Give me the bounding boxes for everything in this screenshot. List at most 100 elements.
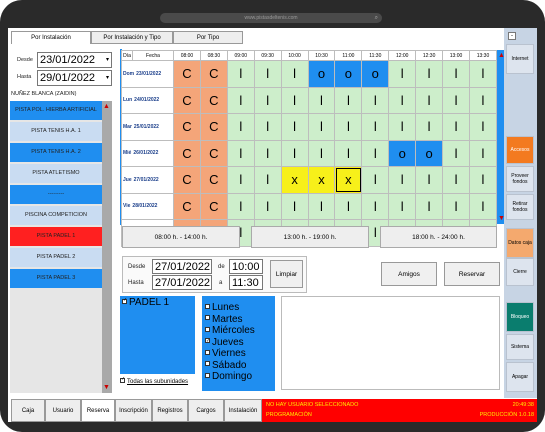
reservar-button[interactable]: Reservar [444,262,500,286]
slot-cell[interactable]: l [388,166,417,194]
slot-cell[interactable]: l [468,60,498,88]
booking-hasta-time[interactable]: 11:30 [229,275,263,290]
notes-area[interactable] [281,296,500,390]
slot-cell[interactable]: o [334,60,363,88]
slot-cell[interactable]: l [468,139,498,167]
amigos-button[interactable]: Amigos [381,262,437,286]
slot-cell[interactable]: l [253,166,282,194]
slot-cell[interactable]: l [280,86,309,114]
facility-scrollbar[interactable]: ▲ ▼ [102,101,112,393]
slot-cell[interactable]: l [468,166,498,194]
todas-subunidades[interactable]: Todas las subunidades [120,376,188,385]
slot-cell[interactable]: l [388,86,417,114]
slot-cell[interactable]: l [415,60,444,88]
weekday-checkbox[interactable] [205,361,210,367]
slot-cell[interactable]: l [226,113,255,141]
slot-cell[interactable]: l [415,192,444,220]
facility-item[interactable]: PISTA POL. HIERBA ARTIFICIAL [10,101,102,120]
slot-cell[interactable]: C [199,86,228,114]
subunit-list[interactable]: PADEL 1 [120,296,195,374]
slot-cell[interactable]: l [442,139,470,167]
chevron-down-icon[interactable]: ▾ [106,71,109,85]
slot-cell[interactable]: l [442,113,470,141]
weekday-option[interactable]: Jueves [205,336,255,349]
slot-cell[interactable]: l [280,60,309,88]
facility-item[interactable]: PISTA TENIS H.A. 1 [10,122,102,141]
weekday-option[interactable]: Martes [205,314,255,326]
accesos-button[interactable]: Accesos [506,136,534,164]
weekday-option[interactable]: Sábado [205,360,255,372]
chevron-down-icon[interactable]: ▾ [106,53,109,67]
slot-cell[interactable]: l [442,60,470,88]
weekday-option[interactable]: Miércoles [205,325,255,337]
weekday-option[interactable]: Lunes [205,302,255,314]
todas-checkbox[interactable] [120,376,125,383]
datos-caja-button[interactable]: Datos caja [506,228,534,258]
tab-por-instalacion[interactable]: Por Instalación [11,31,91,44]
slot-cell[interactable]: x [280,166,309,194]
slot-cell[interactable]: l [253,86,282,114]
facility-item[interactable]: PISTA PADEL 2 [10,248,102,267]
tab-por-instalacion-y-tipo[interactable]: Por Instalación y Tipo [91,31,173,44]
weekday-checkbox[interactable] [205,336,210,348]
internet-button[interactable]: Internet [506,44,534,74]
weekday-option[interactable]: Domingo [205,371,255,383]
weekday-checkbox[interactable] [205,372,210,378]
cierre-button[interactable]: Cierre [506,258,534,286]
weekday-checkbox[interactable] [205,349,210,355]
slot-cell[interactable]: l [226,60,255,88]
slot-cell[interactable]: l [253,192,282,220]
slot-cell[interactable]: l [253,113,282,141]
slot-cell[interactable]: l [415,86,444,114]
facility-item[interactable]: PISTA PADEL 1 [10,227,102,246]
shift-evening-button[interactable]: 18:00 h. - 24:00 h. [380,226,497,248]
slot-cell[interactable]: l [334,139,363,167]
minimize-button[interactable]: - [508,32,516,40]
weekday-option[interactable]: Viernes [205,348,255,360]
slot-cell[interactable]: l [253,139,282,167]
desde-date-input[interactable]: 23/01/2022 ▾ [37,52,112,68]
tab-usuario[interactable]: Usuario [45,399,81,422]
slot-cell[interactable]: l [388,60,417,88]
slot-cell[interactable]: l [226,192,255,220]
slot-cell[interactable]: l [361,86,390,114]
slot-cell[interactable]: l [307,192,336,220]
retirar-fondos-button[interactable]: Retirar fondos [506,194,534,220]
slot-cell[interactable]: C [173,86,201,114]
slot-cell[interactable]: o [307,60,336,88]
slot-cell[interactable]: o [415,139,444,167]
slot-cell[interactable]: C [199,113,228,141]
slot-cell[interactable]: C [199,166,228,194]
slot-cell[interactable]: l [280,113,309,141]
slot-cell[interactable]: o [388,139,417,167]
slot-cell[interactable]: x [334,166,363,194]
slot-cell[interactable]: C [199,192,228,220]
weekday-checkbox[interactable] [205,303,210,309]
tab-registros[interactable]: Registros [152,399,188,422]
slot-cell[interactable]: l [253,60,282,88]
facility-item[interactable]: PISTA TENIS H.A. 2 [10,143,102,162]
slot-cell[interactable]: l [307,113,336,141]
shift-morning-button[interactable]: 08:00 h. - 14:00 h. [122,226,240,248]
slot-cell[interactable]: l [468,86,498,114]
slot-cell[interactable]: o [361,60,390,88]
facility-item[interactable]: --------- [10,185,102,204]
slot-cell[interactable]: l [442,86,470,114]
slot-cell[interactable]: l [361,113,390,141]
weekday-checkbox[interactable] [205,326,210,332]
slot-cell[interactable]: l [334,113,363,141]
tab-inscripcion[interactable]: Inscripción [115,399,152,422]
slot-cell[interactable]: l [280,192,309,220]
slot-cell[interactable]: l [361,139,390,167]
facility-item[interactable]: PISTA PADEL 3 [10,269,102,288]
slot-cell[interactable]: C [199,139,228,167]
slot-cell[interactable]: l [226,166,255,194]
slot-cell[interactable]: l [334,192,363,220]
tab-caja[interactable]: Caja [11,399,45,422]
url-bar[interactable]: www.pistasdeltenis.com ⌕ [160,13,382,23]
tab-cargos[interactable]: Cargos [188,399,224,422]
apagar-button[interactable]: Apagar [506,362,534,392]
bloqueo-button[interactable]: Bloqueo [506,302,534,332]
slot-cell[interactable]: l [226,86,255,114]
slot-cell[interactable]: l [468,113,498,141]
